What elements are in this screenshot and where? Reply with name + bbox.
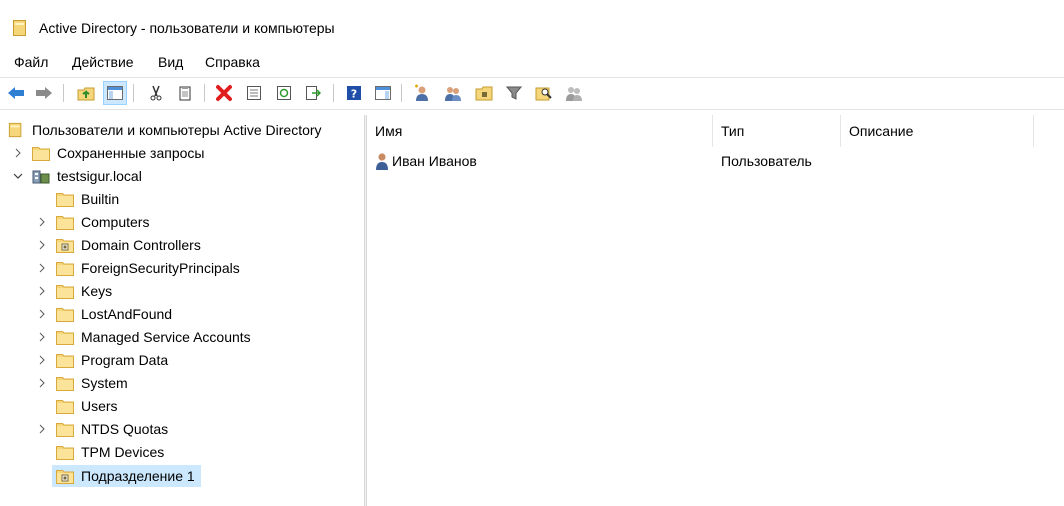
folder-icon (56, 308, 74, 322)
folder-icon (56, 354, 74, 368)
find-icon[interactable] (533, 82, 555, 104)
menu-bar: Файл Действие Вид Справка (0, 52, 1064, 74)
tree-item-label: Computers (81, 214, 150, 230)
domain-icon (32, 170, 50, 184)
properties-icon[interactable] (243, 82, 265, 104)
add-to-group-icon[interactable] (563, 82, 585, 104)
export-list-icon[interactable] (302, 82, 324, 104)
tree-root-label: Пользователи и компьютеры Active Directo… (32, 122, 322, 138)
folder-icon (56, 446, 74, 460)
menu-separator (0, 77, 1064, 78)
new-group-icon[interactable] (442, 82, 464, 104)
tree-item-builtin[interactable]: Builtin (36, 188, 119, 210)
tree-item-label: LostAndFound (81, 306, 173, 322)
refresh-icon[interactable] (273, 82, 295, 104)
folder-icon (56, 423, 74, 437)
expand-chevron-icon[interactable] (36, 349, 48, 371)
folder-icon (56, 285, 74, 299)
show-hide-console-tree-icon[interactable] (103, 81, 127, 105)
tree-item-domain-controllers[interactable]: Domain Controllers (36, 234, 201, 256)
folder-icon (56, 193, 74, 207)
tree-item-label: Domain Controllers (81, 237, 201, 253)
menu-help[interactable]: Справка (205, 54, 260, 70)
expand-chevron-icon[interactable] (36, 303, 48, 325)
menu-view[interactable]: Вид (158, 54, 183, 70)
console-tree: Пользователи и компьютеры Active Directo… (0, 115, 363, 506)
folder-icon (56, 331, 74, 345)
copy-icon[interactable] (174, 82, 196, 104)
tree-item-users[interactable]: Users (36, 395, 118, 417)
folder-icon (56, 262, 74, 276)
tree-item-label: Users (81, 398, 118, 414)
expand-chevron-icon[interactable] (36, 418, 48, 440)
column-header-description[interactable]: Описание (841, 115, 1034, 147)
new-ou-icon[interactable] (473, 82, 495, 104)
user-name: Иван Иванов (392, 153, 477, 169)
expand-chevron-icon[interactable] (36, 211, 48, 233)
tree-item-label: Keys (81, 283, 113, 299)
tree-root[interactable]: Пользователи и компьютеры Active Directo… (8, 119, 322, 141)
details-pane: Имя Тип Описание Иван Иванов Пользовател… (367, 115, 1064, 506)
tree-item-label: TPM Devices (81, 444, 165, 460)
new-user-icon[interactable] (411, 82, 433, 104)
tree-item-ntds-quotas[interactable]: NTDS Quotas (36, 418, 168, 440)
help-icon[interactable]: ? (343, 82, 365, 104)
cut-icon[interactable] (145, 82, 167, 104)
user-icon (376, 153, 388, 170)
tree-item-domain[interactable]: testsigur.local (12, 165, 142, 187)
expand-chevron-icon[interactable] (36, 257, 48, 279)
ou-folder-icon (56, 239, 74, 253)
ou-folder-icon (56, 470, 74, 484)
tree-item-lost-and-found[interactable]: LostAndFound (36, 303, 172, 325)
toolbar: ? (0, 80, 1064, 108)
folder-icon (56, 377, 74, 391)
tree-item-label: Подразделение 1 (81, 468, 195, 484)
delete-icon[interactable] (213, 82, 235, 104)
toolbar-separator (0, 109, 1064, 110)
tree-item-label: ForeignSecurityPrincipals (81, 260, 240, 276)
back-icon[interactable] (5, 82, 27, 104)
expand-chevron-icon[interactable] (36, 280, 48, 302)
show-action-pane-icon[interactable] (372, 82, 394, 104)
tree-item-foreign-security-principals[interactable]: ForeignSecurityPrincipals (36, 257, 240, 279)
folder-icon (56, 216, 74, 230)
collapse-chevron-icon[interactable] (12, 165, 24, 187)
tree-item-saved-queries[interactable]: Сохраненные запросы (12, 142, 204, 164)
filter-icon[interactable] (503, 82, 525, 104)
tree-item-label: Сохраненные запросы (57, 145, 205, 161)
folder-icon (56, 400, 74, 414)
tree-item-label: Program Data (81, 352, 169, 368)
folder-icon (32, 147, 50, 161)
tree-item-computers[interactable]: Computers (36, 211, 149, 233)
tree-item-managed-service-accounts[interactable]: Managed Service Accounts (36, 326, 251, 348)
expand-chevron-icon[interactable] (12, 142, 24, 164)
app-icon (13, 20, 26, 36)
tree-item-label: NTDS Quotas (81, 421, 169, 437)
column-header-name[interactable]: Имя (367, 115, 713, 147)
up-folder-icon[interactable] (75, 82, 97, 104)
expand-chevron-icon[interactable] (36, 234, 48, 256)
tree-item-label: System (81, 375, 128, 391)
tree-item-system[interactable]: System (36, 372, 128, 394)
snapin-icon (8, 122, 22, 138)
tree-item-tpm-devices[interactable]: TPM Devices (36, 441, 164, 463)
expand-chevron-icon[interactable] (36, 326, 48, 348)
tree-item-program-data[interactable]: Program Data (36, 349, 168, 371)
window-title: Active Directory - пользователи и компью… (39, 20, 335, 36)
tree-item-keys[interactable]: Keys (36, 280, 112, 302)
title-bar: Active Directory - пользователи и компью… (0, 0, 1064, 52)
svg-text:?: ? (351, 88, 357, 101)
list-cell-name: Иван Иванов (375, 150, 477, 172)
list-item[interactable]: Иван Иванов Пользователь (367, 150, 1064, 172)
tree-item-label: testsigur.local (57, 168, 142, 184)
expand-chevron-icon[interactable] (36, 372, 48, 394)
forward-icon[interactable] (33, 82, 55, 104)
menu-file[interactable]: Файл (14, 54, 48, 70)
list-cell-type: Пользователь (721, 153, 812, 169)
tree-item-label: Builtin (81, 191, 120, 207)
tree-item-ou-1[interactable]: Подразделение 1 (52, 465, 201, 487)
tree-item-label: Managed Service Accounts (81, 329, 251, 345)
column-header-type[interactable]: Тип (713, 115, 841, 147)
menu-action[interactable]: Действие (72, 54, 134, 70)
